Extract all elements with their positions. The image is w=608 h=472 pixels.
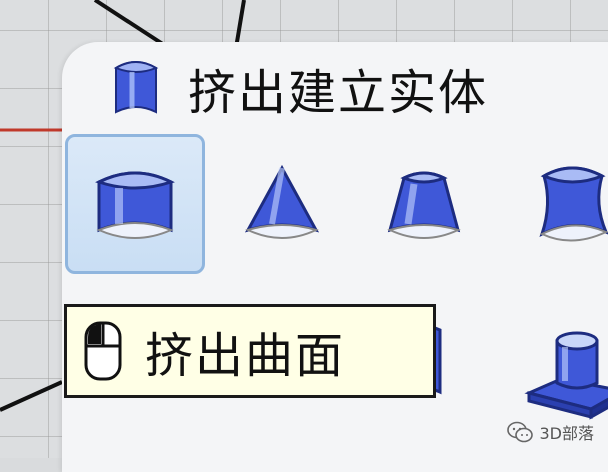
tooltip-text: 挤出曲面 [145, 316, 345, 386]
extrude-surface-icon [110, 54, 162, 122]
wechat-icon [507, 421, 533, 443]
tooltip-extrude-surface: 挤出曲面 [64, 304, 436, 398]
extrude-to-point-button[interactable] [212, 134, 352, 274]
extrude-curve-icon [85, 154, 185, 254]
extrude-curve-button[interactable] [65, 134, 205, 274]
toolbar-title: 挤出建立实体 [188, 53, 488, 123]
mouse-icon [83, 320, 123, 382]
extrude-solid-toolbar: 挤出建立实体 [62, 42, 608, 472]
toolbar-title-row: 挤出建立实体 [110, 48, 488, 128]
watermark-text: 3D部落 [539, 420, 594, 444]
viewport-curve-line [236, 0, 244, 48]
tapered-extrude-icon [374, 154, 474, 254]
boss-icon [521, 317, 608, 427]
extrude-tapered-button[interactable] [354, 134, 494, 274]
viewport-curve-line [0, 382, 62, 410]
watermark: 3D部落 [507, 420, 594, 444]
extrude-along-curve-button[interactable] [502, 134, 608, 274]
curved-extrude-icon [522, 154, 608, 254]
cone-icon [232, 154, 332, 254]
